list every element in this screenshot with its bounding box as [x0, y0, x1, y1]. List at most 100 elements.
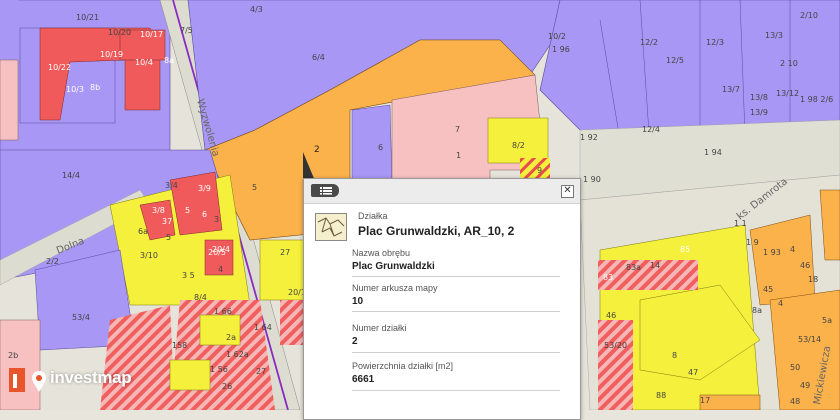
- parcel-label: 53/14: [798, 335, 821, 344]
- parcel-label: 37: [162, 217, 172, 226]
- parcel-label: 1 96: [552, 45, 570, 54]
- parcel-label: 6a: [138, 227, 148, 236]
- parcel-label: 49: [800, 381, 810, 390]
- parcel-label: 1 56: [210, 365, 228, 374]
- field-sheet-number: Numer arkusza mapy 10: [352, 283, 560, 307]
- parcel-label: 14/4: [62, 171, 80, 180]
- field-parcel-number: Numer działki 2: [352, 323, 560, 347]
- parcel-label: 4: [218, 265, 223, 274]
- parcel-label: 10/19: [100, 50, 123, 59]
- parcel-label: 1 93: [763, 248, 781, 257]
- logo-text: investmap: [50, 368, 132, 387]
- parcel-label: 158: [172, 341, 187, 350]
- parcel-title: Plac Grunwaldzki, AR_10, 2: [358, 224, 515, 238]
- parcel-label: 10/2: [548, 32, 566, 41]
- field-value: Plac Grunwaldzki: [352, 261, 435, 272]
- parcel-label: 14: [650, 261, 660, 270]
- parcel-label: 3/9: [198, 184, 211, 193]
- parcel-label: 1 1: [734, 219, 747, 228]
- parcel-label: 3/8: [152, 206, 165, 215]
- parcel-info-popup[interactable]: ✕ Działka Plac Grunwaldzki, AR_10, 2 Naz…: [303, 178, 581, 420]
- parcel-label: 8/2: [512, 141, 525, 150]
- parcel-label: 1: [456, 151, 461, 160]
- parcel-thumbnail-icon: [315, 213, 347, 241]
- parcel-label: 1 62a: [226, 350, 249, 359]
- parcel-label: 12/3: [706, 38, 724, 47]
- parcel-label: 13/8: [750, 93, 768, 102]
- parcel-label: 1 64: [254, 323, 272, 332]
- parcel-label: 10/21: [76, 13, 99, 22]
- parcel-label: 12/2: [640, 38, 658, 47]
- parcel-label: 50: [790, 363, 800, 372]
- parcel-label: 1 98 2/6: [800, 95, 833, 104]
- parcel-label: 12/4: [642, 125, 660, 134]
- field-label: Numer działki: [352, 323, 407, 333]
- parcel-label: 10/4: [135, 58, 153, 67]
- list-icon[interactable]: [311, 184, 339, 197]
- field-label: Numer arkusza mapy: [352, 283, 438, 293]
- parcel-label: 7: [455, 125, 460, 134]
- investmap-logo-icon: [9, 368, 46, 392]
- parcel-label: 13/9: [750, 108, 768, 117]
- parcel-label: 53/4: [72, 313, 90, 322]
- field-label: Powierzchnia działki [m2]: [352, 361, 454, 371]
- parcel-label: 1 94: [704, 148, 722, 157]
- parcel-label: 27: [256, 367, 266, 376]
- parcel-label: 5: [185, 206, 190, 215]
- parcel-label: 13/3: [765, 31, 783, 40]
- parcel-label: 5: [166, 233, 171, 242]
- field-precinct: Nazwa obrębu Plac Grunwaldzki: [352, 248, 560, 272]
- close-button[interactable]: ✕: [561, 185, 574, 198]
- field-label: Nazwa obrębu: [352, 248, 411, 258]
- parcel-label: 4: [790, 245, 795, 254]
- parcel-label: 8/4: [194, 293, 207, 302]
- parcel-label: 88: [656, 391, 666, 400]
- parcel-label: 17: [700, 396, 710, 405]
- parcel-label: 2a: [226, 333, 236, 342]
- parcel-label: 20/4: [212, 245, 230, 254]
- parcel-label: 4: [778, 299, 783, 308]
- parcel-label: 47: [688, 368, 698, 377]
- parcel-label: 48: [790, 397, 800, 406]
- parcel-label: 53/20: [604, 341, 627, 350]
- parcel-label: 83: [603, 273, 613, 282]
- parcel-label: 13/12: [776, 89, 799, 98]
- parcel-label: 26: [222, 382, 232, 391]
- parcel-label: 2: [314, 145, 320, 155]
- parcel-label: 10/3: [66, 85, 84, 94]
- parcel-label: 46: [606, 311, 616, 320]
- field-separator: [352, 390, 560, 391]
- parcel-label: 3/10: [140, 251, 158, 260]
- field-separator: [352, 276, 560, 277]
- parcel-label: 6/4: [312, 53, 325, 62]
- parcel-label: 45: [763, 285, 773, 294]
- parcel-label: 4/3: [250, 5, 263, 14]
- field-value: 10: [352, 296, 364, 307]
- parcel-label: 2/2: [46, 257, 59, 266]
- parcel-label: 2b: [8, 351, 18, 360]
- parcel-label: 46: [800, 261, 810, 270]
- parcel-label: 1 90: [583, 175, 601, 184]
- parcel-label: 6: [378, 143, 383, 152]
- parcel-label: 8a: [752, 306, 762, 315]
- parcel-label: 8a: [164, 56, 174, 65]
- parcel-label: 2/10: [800, 11, 818, 20]
- field-value: 2: [352, 336, 358, 347]
- parcel-label: 1 66: [214, 307, 232, 316]
- layer-name: Działka: [358, 211, 388, 221]
- field-value: 6661: [352, 374, 375, 385]
- parcel-label: 12/5: [666, 56, 684, 65]
- parcel-label: 10/22: [48, 63, 71, 72]
- parcel-label: 2 10: [780, 59, 798, 68]
- parcel-label: 3: [214, 215, 219, 224]
- parcel-label: 83a: [626, 263, 641, 272]
- parcel-label: 10/17: [140, 30, 163, 39]
- parcel-label: 13/7: [722, 85, 740, 94]
- parcel-label: 8b: [90, 83, 100, 92]
- popup-header: ✕: [304, 179, 580, 204]
- parcel-label: 18: [808, 275, 818, 284]
- parcel-label: 6: [202, 210, 207, 219]
- parcel-label: 3 5: [182, 271, 195, 280]
- parcel-label: 85: [680, 245, 690, 254]
- parcel-label: 1 9: [746, 238, 759, 247]
